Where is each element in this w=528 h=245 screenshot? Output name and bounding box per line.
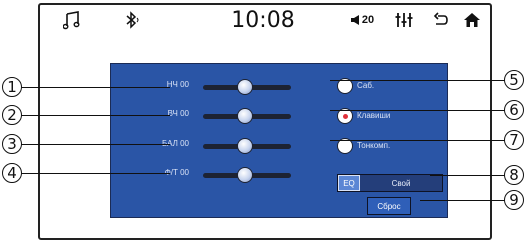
slider-knob[interactable] [237, 108, 253, 124]
back-icon[interactable] [430, 9, 452, 31]
reset-button[interactable]: Сброс [367, 197, 411, 215]
volume-indicator[interactable]: 20 [345, 9, 379, 31]
callout-5: 5 [504, 70, 524, 90]
head-unit-screen: 10:08 20 НЧ 00 ВЧ 00 БАЛ 00 Ф/Т 00 Саб. … [38, 3, 492, 240]
callout-line [420, 200, 510, 201]
callout-6: 6 [504, 100, 524, 120]
eq-selector[interactable]: EQ Свой [337, 174, 443, 192]
volume-icon [350, 15, 359, 25]
music-note-icon[interactable] [60, 9, 84, 31]
equalizer-icon[interactable] [393, 9, 415, 31]
slider-treble[interactable]: ВЧ 00 [111, 106, 331, 126]
callout-8: 8 [504, 165, 524, 185]
callout-line [430, 175, 510, 176]
callout-line [330, 140, 510, 141]
slider-knob[interactable] [237, 79, 253, 95]
option-label: Саб. [357, 81, 375, 90]
callout-line [20, 87, 170, 88]
option-label: Клавиши [357, 111, 391, 120]
callout-line [20, 173, 170, 174]
callout-line [330, 110, 510, 111]
home-icon[interactable] [460, 9, 484, 31]
callout-7: 7 [504, 130, 524, 150]
slider-label: ВЧ 00 [167, 109, 189, 118]
callout-1: 1 [2, 77, 22, 97]
eq-preset[interactable]: Свой [360, 175, 442, 191]
callout-2: 2 [2, 105, 22, 125]
clock: 10:08 [231, 7, 295, 33]
volume-level: 20 [361, 14, 375, 26]
option-label: Тонкомп. [357, 141, 391, 150]
callout-line [20, 115, 170, 116]
slider-balance[interactable]: БАЛ 00 [111, 136, 331, 156]
callout-line [330, 80, 510, 81]
status-bar: 10:08 20 [40, 5, 490, 37]
eq-tab[interactable]: EQ [338, 175, 360, 191]
slider-fader[interactable]: Ф/Т 00 [111, 165, 331, 185]
callout-line [20, 144, 170, 145]
callout-3: 3 [2, 134, 22, 154]
slider-knob[interactable] [237, 138, 253, 154]
slider-knob[interactable] [237, 167, 253, 183]
callout-9: 9 [504, 190, 524, 210]
callout-4: 4 [2, 163, 22, 183]
bluetooth-icon[interactable] [120, 9, 144, 31]
